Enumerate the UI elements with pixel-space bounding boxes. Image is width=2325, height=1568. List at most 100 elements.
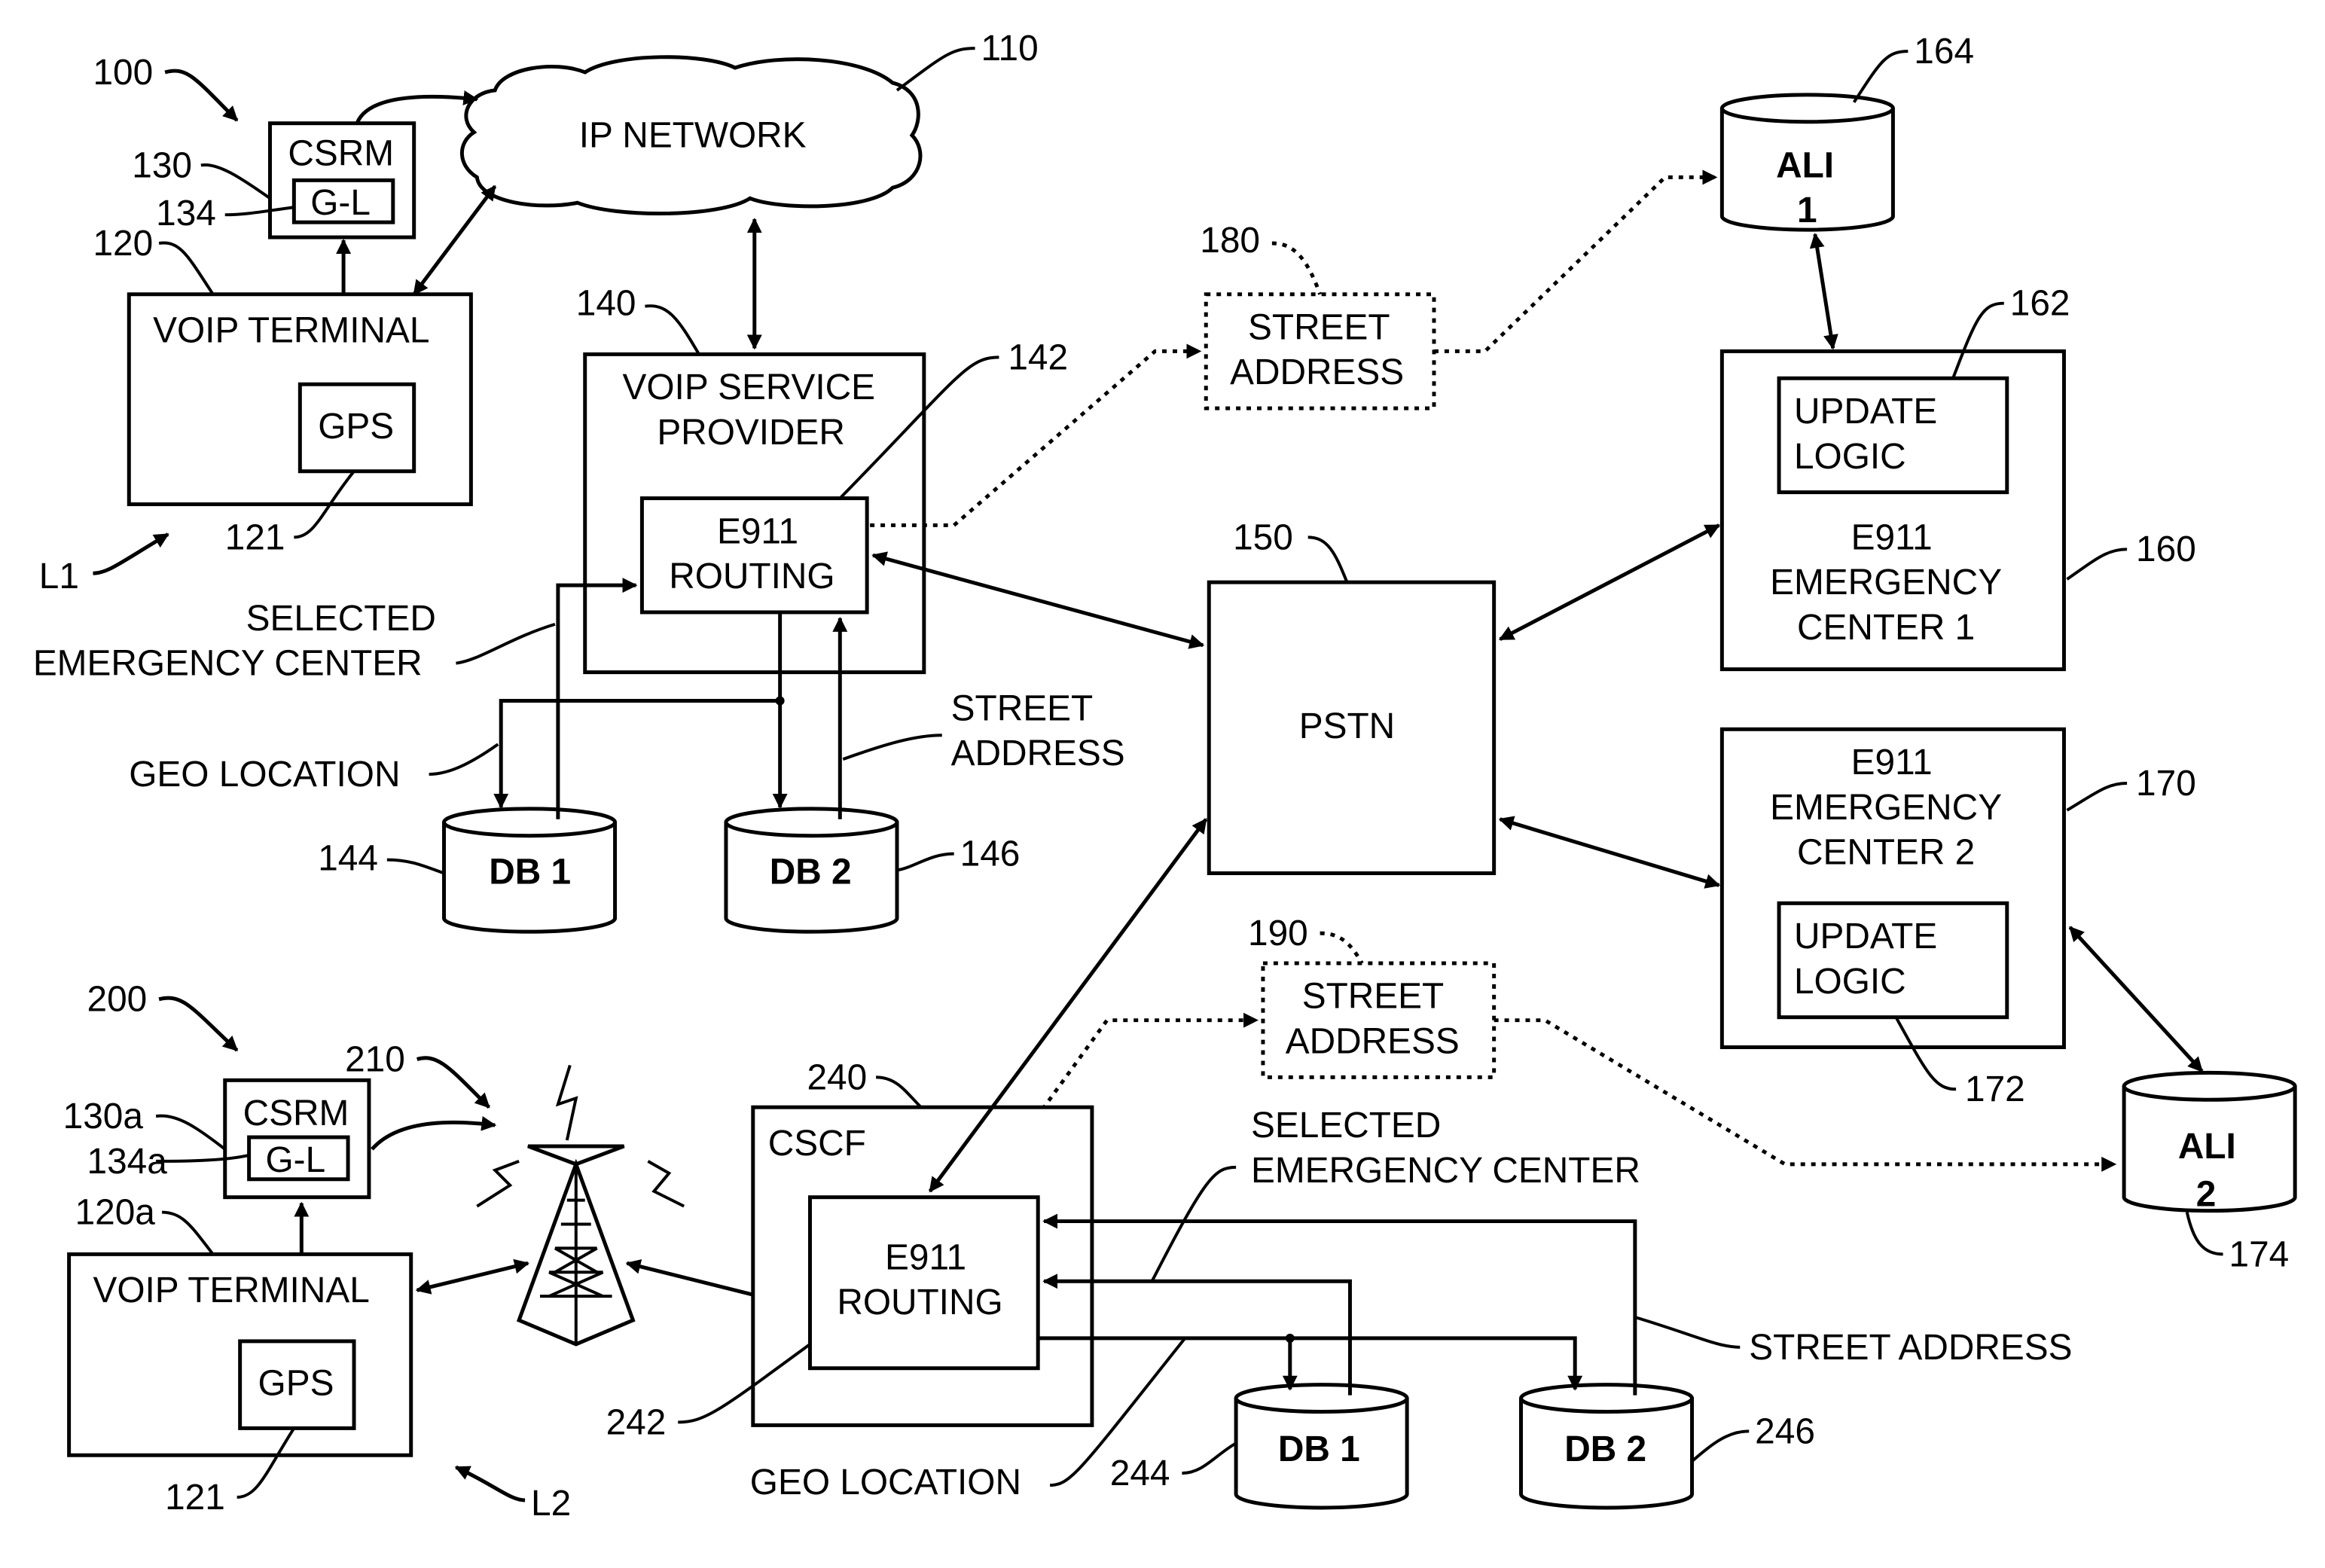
ref-170: 170 xyxy=(2136,764,2196,804)
ref-140-leader xyxy=(645,304,700,355)
ref-110-leader xyxy=(896,47,975,92)
ali1-num: 1 xyxy=(1797,191,1817,230)
ip-network-cloud: IP NETWORK xyxy=(459,55,923,215)
annot-selected-1: SELECTED xyxy=(246,599,436,639)
ref-190-leader xyxy=(1320,931,1364,965)
ali2-num: 2 xyxy=(2196,1175,2217,1215)
ali1-center1-arrow xyxy=(1809,233,1838,350)
annot-street-leader-1 xyxy=(842,734,942,761)
pstn-center1-arrow xyxy=(1498,523,1721,642)
ref-120-leader xyxy=(158,241,215,295)
db2-246: DB 2 xyxy=(1519,1383,1695,1510)
annot-selected-leader-1 xyxy=(456,622,556,665)
voip-terminal-2-label: VOIP TERMINAL xyxy=(93,1271,369,1310)
routing-label: ROUTING xyxy=(669,557,834,596)
ref-120a: 120a xyxy=(75,1193,156,1233)
ref-200: 200 xyxy=(87,980,148,1020)
ref-134: 134 xyxy=(156,194,216,233)
ref-130a: 130a xyxy=(63,1097,144,1136)
cscf-240: CSCF E911 ROUTING xyxy=(751,1105,1094,1427)
pstn-150: PSTN xyxy=(1207,580,1497,875)
db2-146: DB 2 xyxy=(724,807,899,934)
street-address-190: STREET ADDRESS xyxy=(1261,961,1497,1079)
street-180-to-ali1 xyxy=(1433,169,1718,353)
ref-140: 140 xyxy=(576,284,636,324)
annot-selected-2: SELECTED xyxy=(1251,1106,1441,1145)
street-180-line1: STREET xyxy=(1248,307,1390,347)
e911-routing-diagram: 100 IP NETWORK 110 CSRM G-L 130 134 VOIP… xyxy=(33,29,2297,1524)
ref-164: 164 xyxy=(1914,32,1974,72)
ref-160-leader xyxy=(2066,548,2128,581)
signal-bolt-left xyxy=(476,1160,520,1208)
emergency-center-160: UPDATE LOGIC E911 EMERGENCY CENTER 1 xyxy=(1719,349,2066,672)
signal-bolt-top xyxy=(555,1064,578,1141)
tower-lattice xyxy=(539,1164,612,1344)
ref-244-leader xyxy=(1182,1441,1237,1475)
ref-142: 142 xyxy=(1008,337,1068,377)
center1-line2: EMERGENCY xyxy=(1770,563,2002,602)
ref-174-leader xyxy=(2185,1212,2223,1256)
ref-120a-leader xyxy=(162,1210,215,1255)
emergency-center-170: E911 EMERGENCY CENTER 2 UPDATE LOGIC xyxy=(1719,727,2066,1050)
ref-190: 190 xyxy=(1248,914,1308,953)
db2-b-label: DB 2 xyxy=(1564,1429,1646,1469)
voip-terminal-120a: VOIP TERMINAL GPS xyxy=(67,1252,413,1457)
db2-label: DB 2 xyxy=(770,852,852,892)
junction-dot-b xyxy=(1285,1333,1295,1343)
pstn-label: PSTN xyxy=(1299,706,1395,746)
voip-terminal-120: VOIP TERMINAL GPS xyxy=(127,292,473,507)
voip-terminal-label: VOIP TERMINAL xyxy=(153,310,429,350)
pstn-center2-arrow xyxy=(1498,816,1721,889)
ref-L1-arrow xyxy=(93,532,169,575)
center1-line3: CENTER 1 xyxy=(1797,608,1975,648)
annot-address-1: ADDRESS xyxy=(951,734,1125,773)
annot-emergency-center-2: EMERGENCY CENTER xyxy=(1251,1151,1640,1191)
db1-144: DB 1 xyxy=(442,807,618,934)
ref-162: 162 xyxy=(2010,284,2070,324)
center2-line2: EMERGENCY xyxy=(1770,788,2002,828)
ref-242: 242 xyxy=(606,1402,667,1442)
csrm2-to-tower-arrow xyxy=(371,1115,497,1151)
ali2-174: ALI 2 xyxy=(2122,1070,2297,1215)
db1-b-label: DB 1 xyxy=(1278,1429,1360,1469)
ref-130: 130 xyxy=(132,145,192,185)
ali1-label: ALI xyxy=(1776,145,1834,185)
db1-244: DB 1 xyxy=(1234,1383,1409,1510)
ref-121-b: 121 xyxy=(165,1478,225,1518)
ref-146: 146 xyxy=(960,834,1021,874)
vsp-label-line1: VOIP SERVICE xyxy=(623,368,875,407)
center1-line1: E911 xyxy=(1851,517,1933,557)
ref-100-arrow xyxy=(164,69,239,122)
ref-L2-arrow xyxy=(454,1465,526,1502)
gps-label: GPS xyxy=(318,407,394,447)
annot-street-leader-2 xyxy=(1634,1316,1741,1349)
ref-144-leader xyxy=(386,858,445,875)
ref-240-leader xyxy=(876,1075,923,1109)
update-logic-2-line2: LOGIC xyxy=(1794,962,1906,1002)
ref-174: 174 xyxy=(2229,1234,2290,1274)
update-logic-1-line2: LOGIC xyxy=(1794,437,1906,477)
street-180-line2: ADDRESS xyxy=(1230,352,1404,392)
vsp-label-line2: PROVIDER xyxy=(657,413,845,453)
annot-street-1: STREET xyxy=(951,688,1094,728)
center2-ali2-arrow xyxy=(2068,926,2204,1073)
ip-network-label: IP NETWORK xyxy=(579,116,807,156)
ref-200-arrow xyxy=(158,996,239,1052)
voip-service-provider-140: VOIP SERVICE PROVIDER E911 ROUTING xyxy=(583,352,926,675)
street-address-180: STREET ADDRESS xyxy=(1204,292,1436,410)
csrm-2-label: CSRM xyxy=(243,1094,349,1133)
ref-150: 150 xyxy=(1233,517,1293,557)
center2-line1: E911 xyxy=(1851,743,1933,782)
ref-180-leader xyxy=(1271,241,1322,295)
annot-selected-leader-2 xyxy=(1150,1165,1237,1283)
gl-label: G-L xyxy=(310,183,371,223)
annot-emergency-center-1: EMERGENCY CENTER xyxy=(33,644,423,684)
ref-170-leader xyxy=(2066,782,2128,812)
ref-244: 244 xyxy=(1110,1454,1170,1493)
ref-210-arrow xyxy=(416,1056,491,1109)
ref-134a: 134a xyxy=(87,1142,168,1182)
annot-geo-location-2: GEO LOCATION xyxy=(750,1463,1021,1502)
gl-2-label: G-L xyxy=(266,1140,326,1180)
csrm-130: CSRM G-L xyxy=(268,121,416,239)
gps-2-label: GPS xyxy=(258,1364,334,1404)
